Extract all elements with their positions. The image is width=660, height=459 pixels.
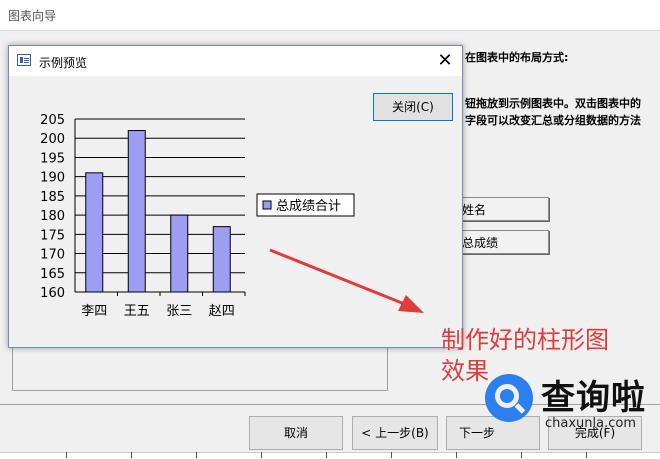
arrow-head: [398, 295, 424, 313]
annotation-line-1: 制作好的柱形图: [441, 326, 609, 354]
chaxunla-logo: 查询啦 chaxunla.com: [485, 368, 650, 440]
logo-subtext: chaxunla.com: [545, 416, 636, 431]
arrow-shaft: [269, 248, 413, 309]
magnifier-icon: [485, 374, 533, 422]
logo-text: 查询啦: [541, 378, 646, 418]
